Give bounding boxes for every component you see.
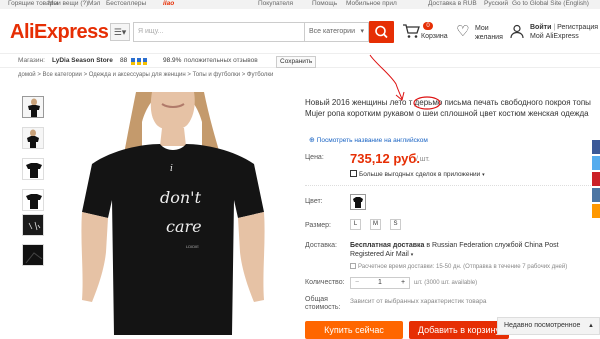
shirt-text-i: i	[170, 164, 173, 174]
product-title: Новый 2016 женщины лето т дерьмо письма …	[305, 98, 591, 118]
quantity-stepper: − 1 +	[350, 277, 410, 289]
menu-icon[interactable]: ☰▾	[110, 23, 130, 41]
search-icon	[375, 25, 388, 39]
topbar-link-bestsellers[interactable]: Бестселлеры	[106, 0, 146, 8]
thumbnail-2[interactable]	[22, 127, 44, 149]
signin-link[interactable]: Войти	[530, 24, 551, 31]
size-option-m[interactable]: M	[370, 219, 381, 230]
pinterest-icon[interactable]	[592, 172, 600, 186]
buy-now-button[interactable]: Купить сейчас	[305, 321, 403, 339]
divider	[305, 185, 595, 186]
store-medal-icon	[131, 57, 153, 65]
thumbnail-3[interactable]	[22, 158, 44, 180]
price-label: Цена:	[305, 154, 324, 161]
my-aliexpress-link[interactable]: Мой AliExpress	[530, 32, 598, 41]
shirt-brand-text: LDIDIE	[186, 244, 199, 249]
delivery-time: Расчетное время доставки: 15-50 дн. (Отп…	[350, 263, 567, 270]
topbar-link-help[interactable]: Помощь	[312, 0, 337, 8]
product-main-image[interactable]: i don't care LDIDIE	[62, 92, 284, 335]
thumbnail-1[interactable]	[22, 96, 44, 118]
doodle-logo: ilao	[163, 0, 175, 7]
feedback-label: положительных отзывов	[184, 57, 258, 64]
facebook-icon[interactable]	[592, 140, 600, 154]
save-store-button[interactable]: Сохранить	[276, 55, 317, 68]
translate-title-text: Посмотреть название на английском	[316, 137, 428, 144]
store-name-link[interactable]: LyDia Season Store	[52, 54, 113, 67]
topbar-link-mobile[interactable]: Мобильное прил	[346, 0, 397, 8]
info-icon	[350, 263, 356, 269]
size-option-s[interactable]: S	[390, 219, 401, 230]
topbar-link-mail[interactable]: Мэл	[88, 0, 100, 8]
color-label: Цвет:	[305, 198, 323, 205]
wishlist-line2: желания	[475, 34, 503, 41]
topbar-link-currency[interactable]: Доставка в RUB	[428, 0, 477, 8]
translate-icon: ⊕	[309, 137, 315, 144]
total-cost-label-line1: Общая	[305, 296, 328, 303]
category-select[interactable]: Все категории ▾	[305, 22, 369, 42]
cart-label[interactable]: Корзина	[421, 33, 448, 40]
store-score: 88	[120, 57, 128, 64]
wishlist-link[interactable]: Мои желания	[475, 24, 503, 42]
qr-icon	[350, 170, 357, 177]
cart-icon[interactable]	[402, 23, 420, 39]
breadcrumb[interactable]: домой > Все категории > Одежда и аксессу…	[18, 72, 273, 78]
register-link[interactable]: Регистрация	[557, 24, 598, 31]
quantity-decrease-button[interactable]: −	[355, 279, 359, 286]
odnoklassniki-icon[interactable]	[592, 204, 600, 218]
category-select-value: Все категории	[309, 28, 355, 35]
color-option-black[interactable]	[350, 194, 366, 210]
app-deals-link[interactable]: Больше выгодных сделок в приложении ▾	[350, 170, 485, 178]
search-button[interactable]	[369, 21, 394, 43]
quantity-input[interactable]: 1	[378, 279, 382, 286]
aliexpress-logo[interactable]: AliExpress	[10, 21, 109, 44]
chevron-down-icon: ▾	[482, 172, 485, 178]
cart-count-badge: 0	[423, 22, 433, 30]
total-cost-label-line2: стоимость:	[305, 304, 341, 311]
recently-viewed-label: Недавно посмотренное	[504, 322, 581, 329]
topbar-link-language[interactable]: Русский	[484, 0, 508, 8]
user-icon[interactable]	[509, 23, 525, 39]
delivery-time-text: Расчетное время доставки: 15-50 дн. (Отп…	[358, 264, 568, 270]
top-utility-bar: Горящие товары Мои вещи (?) Мэл Бестселл…	[0, 0, 600, 9]
free-shipping-text: Бесплатная доставка	[350, 242, 425, 249]
translate-title-link[interactable]: ⊕ Посмотреть название на английском	[309, 136, 428, 144]
search-input[interactable]: Я ищу...	[133, 22, 305, 42]
price-unit: / шт.	[416, 156, 430, 163]
shirt-text-dont: don't	[160, 188, 202, 207]
thumbnail-6[interactable]	[22, 244, 44, 266]
store-bar: Магазин: LyDia Season Store 88 98.9% пол…	[0, 53, 600, 68]
product-price: 735,12 руб.	[350, 151, 421, 166]
topbar-link-mine[interactable]: Мои вещи (?)	[48, 0, 88, 8]
wishlist-line1: Мои	[475, 25, 489, 32]
thumbnail-5[interactable]	[22, 214, 44, 236]
size-label: Размер:	[305, 222, 332, 229]
shipping-info: Бесплатная доставка в Russian Federation…	[350, 241, 590, 260]
add-to-cart-button[interactable]: Добавить в корзину	[409, 321, 509, 339]
topbar-link-global[interactable]: Go to Global Site (English)	[512, 0, 589, 8]
topbar-link-buyer[interactable]: Покупателя	[258, 0, 293, 8]
twitter-icon[interactable]	[592, 156, 600, 170]
chevron-up-icon: ▲	[588, 323, 594, 329]
quantity-available: шт. (3000 шт. available)	[414, 280, 478, 286]
total-cost-note: Зависит от выбранных характеристик товар…	[350, 298, 487, 305]
site-header: AliExpress ☰▾ Я ищу... Все категории ▾ 0 …	[0, 9, 600, 53]
vk-icon[interactable]	[592, 188, 600, 202]
app-deals-text: Больше выгодных сделок в приложении	[359, 171, 481, 178]
chevron-down-icon: ▾	[410, 252, 414, 258]
shipping-label: Доставка:	[305, 242, 338, 249]
heart-icon[interactable]: ♡	[456, 24, 469, 39]
size-option-l[interactable]: L	[350, 219, 361, 230]
thumbnail-4[interactable]	[22, 189, 44, 211]
account-block: Войти | Регистрация Мой AliExpress	[530, 24, 599, 41]
total-cost-label: Общая стоимость:	[305, 296, 340, 312]
store-label: Магазин:	[18, 57, 45, 64]
recently-viewed-tab[interactable]: Недавно посмотренное ▲	[497, 317, 600, 335]
quantity-label: Количество:	[305, 279, 345, 286]
shirt-text-care: care	[166, 217, 202, 236]
feedback-pct: 98.9%	[163, 57, 182, 64]
quantity-increase-button[interactable]: +	[401, 279, 405, 286]
